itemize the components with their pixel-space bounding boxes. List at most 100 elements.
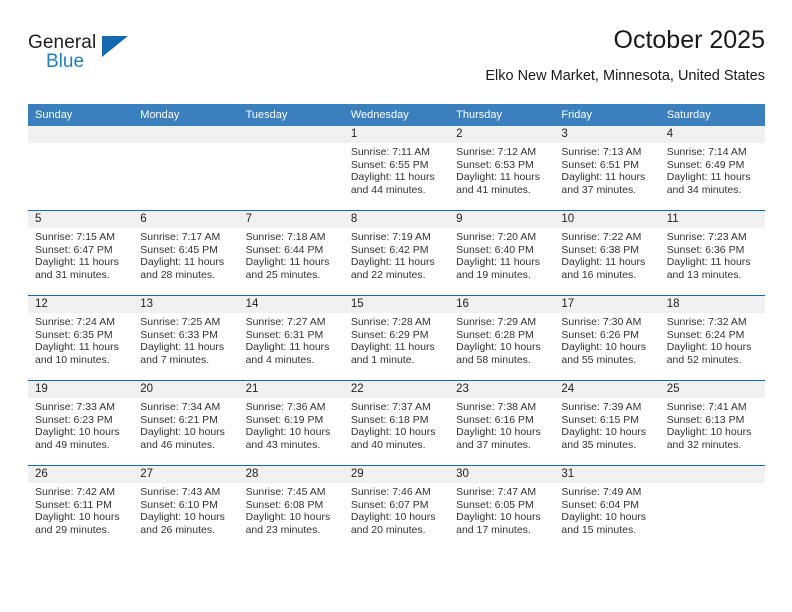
day-number (28, 126, 134, 143)
calendar-day-cell[interactable]: 19 Sunrise: 7:33 AM Sunset: 6:23 PM Dayligh… (28, 380, 134, 466)
day-details: Sunrise: 7:13 AM Sunset: 6:51 PM Daylight:… (554, 143, 659, 196)
sunset-time: Sunset: 6:24 PM (666, 328, 745, 341)
calendar-day-cell[interactable]: 12 Sunrise: 7:24 AM Sunset: 6:35 PM Dayligh… (28, 295, 134, 381)
generalblue-logo[interactable]: General Blue (28, 32, 148, 80)
daylight-duration-line1: Daylight: 11 hours (350, 341, 435, 354)
weekday-header-monday: Monday (133, 104, 239, 126)
daylight-duration-line2: and 4 minutes. (245, 353, 315, 366)
calendar-day-cell[interactable]: 17 Sunrise: 7:30 AM Sunset: 6:26 PM Dayligh… (554, 295, 660, 381)
calendar-day-cell[interactable]: 31 Sunrise: 7:49 AM Sunset: 6:04 PM Dayligh… (554, 465, 660, 550)
day-details: Sunrise: 7:18 AM Sunset: 6:44 PM Daylight:… (239, 228, 344, 281)
calendar-day-cell[interactable]: 1 Sunrise: 7:11 AM Sunset: 6:55 PM Daylight… (343, 126, 450, 211)
calendar-day-cell[interactable]: 10 Sunrise: 7:22 AM Sunset: 6:38 PM Dayligh… (554, 210, 660, 296)
daylight-duration-line1: Daylight: 10 hours (140, 511, 225, 524)
calendar-day-cell[interactable]: 20 Sunrise: 7:34 AM Sunset: 6:21 PM Dayligh… (133, 380, 239, 466)
day-number: 21 (238, 381, 344, 398)
calendar-day-cell[interactable]: 27 Sunrise: 7:43 AM Sunset: 6:10 PM Dayligh… (133, 465, 239, 550)
day-number: 19 (28, 381, 134, 398)
daylight-duration-line2: and 40 minutes. (350, 438, 426, 451)
daylight-duration-line2: and 41 minutes. (456, 183, 531, 196)
weekday-header-thursday: Thursday (449, 104, 555, 126)
day-details: Sunrise: 7:39 AM Sunset: 6:15 PM Daylight:… (554, 398, 659, 451)
calendar-day-cell[interactable]: 24 Sunrise: 7:39 AM Sunset: 6:15 PM Dayligh… (554, 380, 660, 466)
calendar-day-cell-inner: 8 Sunrise: 7:19 AM Sunset: 6:42 PM Daylight… (343, 211, 450, 295)
daylight-duration-line2: and 52 minutes. (666, 353, 742, 366)
daylight-duration-line2: and 43 minutes. (245, 438, 321, 451)
sunset-time: Sunset: 6:15 PM (561, 413, 640, 426)
calendar-day-cell-empty (133, 126, 239, 211)
sunset-time: Sunset: 6:13 PM (666, 413, 745, 426)
sunrise-time: Sunrise: 7:13 AM (561, 146, 642, 158)
sunrise-time: Sunrise: 7:37 AM (350, 401, 431, 413)
day-number: 2 (449, 126, 555, 143)
day-number: 23 (449, 381, 555, 398)
calendar-day-cell[interactable]: 8 Sunrise: 7:19 AM Sunset: 6:42 PM Daylight… (343, 210, 450, 296)
daylight-duration-line1: Daylight: 11 hours (35, 341, 119, 354)
daylight-duration-line2: and 15 minutes. (561, 523, 637, 536)
calendar-day-cell[interactable]: 15 Sunrise: 7:28 AM Sunset: 6:29 PM Dayligh… (343, 295, 450, 381)
calendar-day-cell[interactable]: 18 Sunrise: 7:32 AM Sunset: 6:24 PM Dayligh… (659, 295, 765, 381)
calendar-day-cell[interactable]: 28 Sunrise: 7:45 AM Sunset: 6:08 PM Dayligh… (238, 465, 344, 550)
triangle-icon (102, 36, 128, 57)
calendar-day-cell[interactable]: 23 Sunrise: 7:38 AM Sunset: 6:16 PM Dayligh… (449, 380, 555, 466)
day-details (28, 143, 133, 146)
calendar-day-cell-inner: 12 Sunrise: 7:24 AM Sunset: 6:35 PM Dayligh… (28, 296, 134, 380)
day-number: 1 (343, 126, 450, 143)
calendar-day-cell[interactable]: 2 Sunrise: 7:12 AM Sunset: 6:53 PM Daylight… (449, 126, 555, 211)
sunset-time: Sunset: 6:10 PM (140, 498, 218, 511)
calendar-day-cell-inner: 13 Sunrise: 7:25 AM Sunset: 6:33 PM Dayligh… (133, 296, 239, 380)
weekday-header-wednesday: Wednesday (343, 104, 450, 126)
daylight-duration-line1: Daylight: 10 hours (666, 341, 752, 354)
page-header: General Blue October 2025 Elko New Marke… (28, 26, 765, 96)
day-number: 8 (343, 211, 450, 228)
calendar-day-cell-inner: 16 Sunrise: 7:29 AM Sunset: 6:28 PM Dayligh… (449, 296, 555, 380)
daylight-duration-line1: Daylight: 11 hours (666, 171, 751, 184)
day-details: Sunrise: 7:29 AM Sunset: 6:28 PM Daylight:… (449, 313, 554, 366)
calendar-day-cell[interactable]: 26 Sunrise: 7:42 AM Sunset: 6:11 PM Dayligh… (28, 465, 134, 550)
day-number: 15 (343, 296, 450, 313)
sunset-time: Sunset: 6:29 PM (350, 328, 429, 341)
calendar-day-cell[interactable]: 29 Sunrise: 7:46 AM Sunset: 6:07 PM Dayligh… (343, 465, 450, 550)
calendar-day-cell[interactable]: 22 Sunrise: 7:37 AM Sunset: 6:18 PM Dayligh… (343, 380, 450, 466)
day-details: Sunrise: 7:11 AM Sunset: 6:55 PM Daylight:… (344, 143, 449, 196)
calendar-day-cell[interactable]: 16 Sunrise: 7:29 AM Sunset: 6:28 PM Dayligh… (449, 295, 555, 381)
sunset-time: Sunset: 6:33 PM (140, 328, 218, 341)
day-number: 20 (133, 381, 239, 398)
sunset-time: Sunset: 6:45 PM (140, 243, 218, 256)
calendar-day-cell[interactable]: 21 Sunrise: 7:36 AM Sunset: 6:19 PM Dayligh… (238, 380, 344, 466)
daylight-duration-line1: Daylight: 10 hours (350, 426, 436, 439)
daylight-duration-line2: and 44 minutes. (350, 183, 426, 196)
day-number: 10 (554, 211, 660, 228)
daylight-duration-line1: Daylight: 11 hours (350, 171, 435, 184)
calendar-day-cell[interactable]: 13 Sunrise: 7:25 AM Sunset: 6:33 PM Dayligh… (133, 295, 239, 381)
day-number: 7 (238, 211, 344, 228)
day-number: 14 (238, 296, 344, 313)
calendar-day-cell[interactable]: 7 Sunrise: 7:18 AM Sunset: 6:44 PM Daylight… (238, 210, 344, 296)
sunrise-time: Sunrise: 7:14 AM (666, 146, 747, 158)
sunset-time: Sunset: 6:55 PM (350, 158, 429, 171)
calendar-day-cell[interactable]: 3 Sunrise: 7:13 AM Sunset: 6:51 PM Daylight… (554, 126, 660, 211)
sunrise-time: Sunrise: 7:15 AM (35, 231, 115, 243)
calendar-day-cell[interactable]: 6 Sunrise: 7:17 AM Sunset: 6:45 PM Daylight… (133, 210, 239, 296)
daylight-duration-line1: Daylight: 11 hours (140, 256, 225, 269)
calendar-day-cell[interactable]: 25 Sunrise: 7:41 AM Sunset: 6:13 PM Dayligh… (659, 380, 765, 466)
sunset-time: Sunset: 6:31 PM (245, 328, 324, 341)
weekday-header-friday: Friday (554, 104, 660, 126)
calendar-day-cell-inner: 14 Sunrise: 7:27 AM Sunset: 6:31 PM Dayligh… (238, 296, 344, 380)
sunset-time: Sunset: 6:47 PM (35, 243, 113, 256)
daylight-duration-line1: Daylight: 10 hours (140, 426, 225, 439)
calendar-day-cell-inner: 29 Sunrise: 7:46 AM Sunset: 6:07 PM Dayligh… (343, 466, 450, 550)
calendar-day-cell[interactable]: 4 Sunrise: 7:14 AM Sunset: 6:49 PM Daylight… (659, 126, 765, 211)
day-details: Sunrise: 7:45 AM Sunset: 6:08 PM Daylight:… (239, 483, 344, 536)
day-details: Sunrise: 7:30 AM Sunset: 6:26 PM Daylight:… (554, 313, 659, 366)
calendar-day-cell[interactable]: 5 Sunrise: 7:15 AM Sunset: 6:47 PM Daylight… (28, 210, 134, 296)
calendar-day-cell[interactable]: 14 Sunrise: 7:27 AM Sunset: 6:31 PM Dayligh… (238, 295, 344, 381)
calendar-day-cell[interactable]: 30 Sunrise: 7:47 AM Sunset: 6:05 PM Dayligh… (449, 465, 555, 550)
daylight-duration-line2: and 7 minutes. (140, 353, 210, 366)
sunrise-time: Sunrise: 7:11 AM (350, 146, 431, 158)
sunrise-time: Sunrise: 7:42 AM (35, 486, 115, 498)
daylight-duration-line1: Daylight: 10 hours (666, 426, 752, 439)
calendar-day-cell[interactable]: 11 Sunrise: 7:23 AM Sunset: 6:36 PM Dayligh… (659, 210, 765, 296)
sunset-time: Sunset: 6:51 PM (561, 158, 640, 171)
calendar-day-cell[interactable]: 9 Sunrise: 7:20 AM Sunset: 6:40 PM Daylight… (449, 210, 555, 296)
